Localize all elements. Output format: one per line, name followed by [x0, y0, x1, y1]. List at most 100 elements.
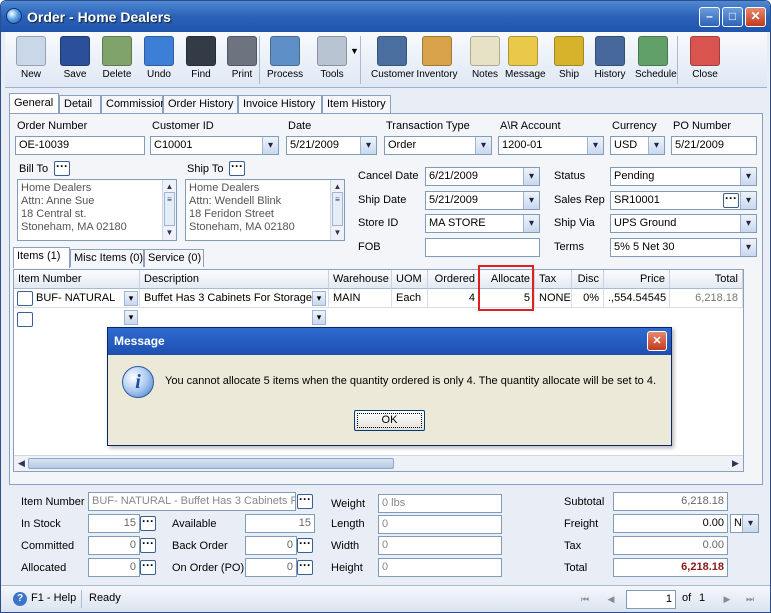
toolbar-new-button[interactable]: New — [13, 34, 49, 86]
tab-invoice-history[interactable]: Invoice History — [238, 95, 322, 113]
column-header-item-number[interactable]: Item Number — [14, 270, 140, 289]
tab-detail[interactable]: Detail — [59, 95, 101, 113]
first-page-icon[interactable]: ⏮ — [577, 591, 593, 607]
customer-id-combo[interactable]: C10001 — [150, 136, 279, 155]
toolbar-ship-button[interactable]: Ship — [551, 34, 587, 86]
next-page-icon[interactable]: ▶ — [719, 591, 735, 607]
toolbar-process-button[interactable]: Process — [267, 34, 303, 86]
history-icon — [595, 36, 625, 66]
transaction-type-label: Transaction Type — [386, 120, 470, 132]
toolbar-tools-button[interactable]: Tools — [314, 34, 350, 86]
column-header-price[interactable]: Price — [604, 270, 670, 289]
grid-horizontal-scrollbar[interactable]: ◀ ▶ — [14, 455, 743, 471]
column-header-ordered[interactable]: Ordered — [428, 270, 480, 289]
grid-cell-description[interactable]: Buffet Has 3 Cabinets For Storage — [140, 289, 329, 308]
grid-cell-disc[interactable]: 0% — [572, 289, 604, 308]
scroll-left-icon[interactable]: ◀ — [15, 457, 28, 470]
terms-combo[interactable]: 5% 5 Net 30 — [610, 238, 757, 257]
ship-via-label: Ship Via — [554, 217, 595, 229]
ar-account-combo[interactable]: 1200-01 — [498, 136, 604, 155]
store-id-label: Store ID — [358, 217, 399, 229]
sales-rep-lookup-button[interactable]: ··· — [723, 192, 739, 208]
toolbar-find-button[interactable]: Find — [183, 34, 219, 86]
toolbar-print-button[interactable]: Print — [224, 34, 260, 86]
tab-general[interactable]: General — [9, 93, 59, 114]
tools-dropdown-icon[interactable]: ▼ — [350, 46, 359, 56]
cancel-date-picker[interactable]: 6/21/2009 — [425, 167, 540, 186]
toolbar-customer-button[interactable]: Customer — [371, 34, 414, 86]
column-header-total[interactable]: Total — [670, 270, 743, 289]
ship-via-combo[interactable]: UPS Ground — [610, 214, 757, 233]
item-number-field[interactable]: BUF- NATURAL - Buffet Has 3 Cabinets For — [88, 492, 296, 511]
ship-date-picker[interactable]: 5/21/2009 — [425, 191, 540, 210]
on-order-lookup-button[interactable]: ··· — [297, 559, 313, 575]
committed-lookup-button[interactable]: ··· — [140, 537, 156, 553]
item-number-dropdown-icon[interactable]: ▾ — [124, 291, 138, 306]
minimize-button[interactable]: – — [699, 7, 720, 27]
item-tab-1[interactable]: Misc Items (0) — [70, 249, 144, 267]
ship-to-lookup-button[interactable]: ··· — [229, 160, 245, 176]
close-window-button[interactable]: ✕ — [745, 7, 766, 27]
fob-field[interactable] — [425, 238, 540, 257]
item-tab-2[interactable]: Service (0) — [144, 249, 204, 267]
column-header-disc[interactable]: Disc — [572, 270, 604, 289]
order-number-field[interactable]: OE-10039 — [15, 136, 145, 155]
status-combo[interactable]: Pending — [610, 167, 757, 186]
toolbar-save-button[interactable]: Save — [57, 34, 93, 86]
scroll-right-icon[interactable]: ▶ — [729, 457, 742, 470]
ship-to-address[interactable]: ▲ ≡ ▼ Home Dealers Attn: Wendell Blink 18 Fe… — [185, 179, 345, 241]
in-stock-lookup-button[interactable]: ··· — [140, 515, 156, 531]
toolbar-history-button[interactable]: History — [592, 34, 628, 86]
help-text[interactable]: F1 - Help — [31, 592, 76, 604]
toolbar-inventory-button[interactable]: Inventory — [415, 34, 459, 86]
column-header-description[interactable]: Description — [140, 270, 329, 289]
bill-to-lookup-button[interactable]: ··· — [54, 160, 70, 176]
toolbar-notes-button[interactable]: Notes — [467, 34, 503, 86]
grid-cell-ordered[interactable]: 4 — [428, 289, 480, 308]
description-dropdown-icon[interactable]: ▾ — [312, 291, 326, 306]
last-page-icon[interactable]: ⏭ — [742, 591, 758, 607]
grid-cell-price[interactable]: .,554.54545 — [604, 289, 670, 308]
tab-order-history[interactable]: Order History — [163, 95, 238, 113]
scroll-thumb[interactable] — [28, 458, 394, 469]
po-number-field[interactable]: 5/21/2009 — [671, 136, 757, 155]
toolbar-schedule-button[interactable]: Schedule — [635, 34, 677, 86]
freight-code-combo[interactable]: N — [730, 514, 759, 533]
new-row-description-dropdown-icon[interactable]: ▾ — [312, 310, 326, 325]
date-picker[interactable]: 5/21/2009 — [286, 136, 377, 155]
ship-to-scrollbar[interactable]: ▲ ≡ ▼ — [330, 180, 344, 240]
column-header-uom[interactable]: UOM — [392, 270, 428, 289]
maximize-button[interactable]: □ — [722, 7, 743, 27]
allocated-lookup-button[interactable]: ··· — [140, 559, 156, 575]
ar-account-label: A\R Account — [500, 120, 561, 132]
previous-page-icon[interactable]: ◀ — [603, 591, 619, 607]
store-id-combo[interactable]: MA STORE — [425, 214, 540, 233]
column-header-tax[interactable]: Tax — [535, 270, 572, 289]
bill-to-scrollbar[interactable]: ▲ ≡ ▼ — [162, 180, 176, 240]
ok-button[interactable]: OK — [354, 410, 425, 431]
toolbar-close-button[interactable]: Close — [687, 34, 723, 86]
freight-field[interactable]: 0.00 — [613, 514, 728, 533]
tab-item-history[interactable]: Item History — [322, 95, 391, 113]
page-number-field[interactable]: 1 — [626, 590, 676, 609]
transaction-type-combo[interactable]: Order — [384, 136, 492, 155]
row-lookup-button[interactable] — [17, 291, 33, 306]
new-row-item-dropdown-icon[interactable]: ▾ — [124, 310, 138, 325]
toolbar-undo-button[interactable]: Undo — [141, 34, 177, 86]
toolbar-delete-button[interactable]: Delete — [99, 34, 135, 86]
column-header-warehouse[interactable]: Warehouse — [329, 270, 392, 289]
item-lookup-button[interactable]: ··· — [297, 493, 313, 509]
grid-cell-total[interactable]: 6,218.18 — [670, 289, 743, 308]
item-tab-0[interactable]: Items (1) — [13, 247, 70, 268]
tab-commission[interactable]: Commission — [101, 95, 167, 113]
grid-cell-tax[interactable]: NONE — [535, 289, 572, 308]
binoculars-icon — [186, 36, 216, 66]
bill-to-address[interactable]: ▲ ≡ ▼ Home Dealers Attn: Anne Sue 18 Central… — [17, 179, 177, 241]
grid-cell-uom[interactable]: Each — [392, 289, 428, 308]
new-row-lookup-button[interactable] — [17, 312, 33, 327]
toolbar-message-button[interactable]: Message — [505, 34, 546, 86]
dialog-close-button[interactable]: ✕ — [647, 331, 667, 351]
currency-combo[interactable]: USD — [610, 136, 665, 155]
back-order-lookup-button[interactable]: ··· — [297, 537, 313, 553]
grid-cell-warehouse[interactable]: MAIN — [329, 289, 392, 308]
